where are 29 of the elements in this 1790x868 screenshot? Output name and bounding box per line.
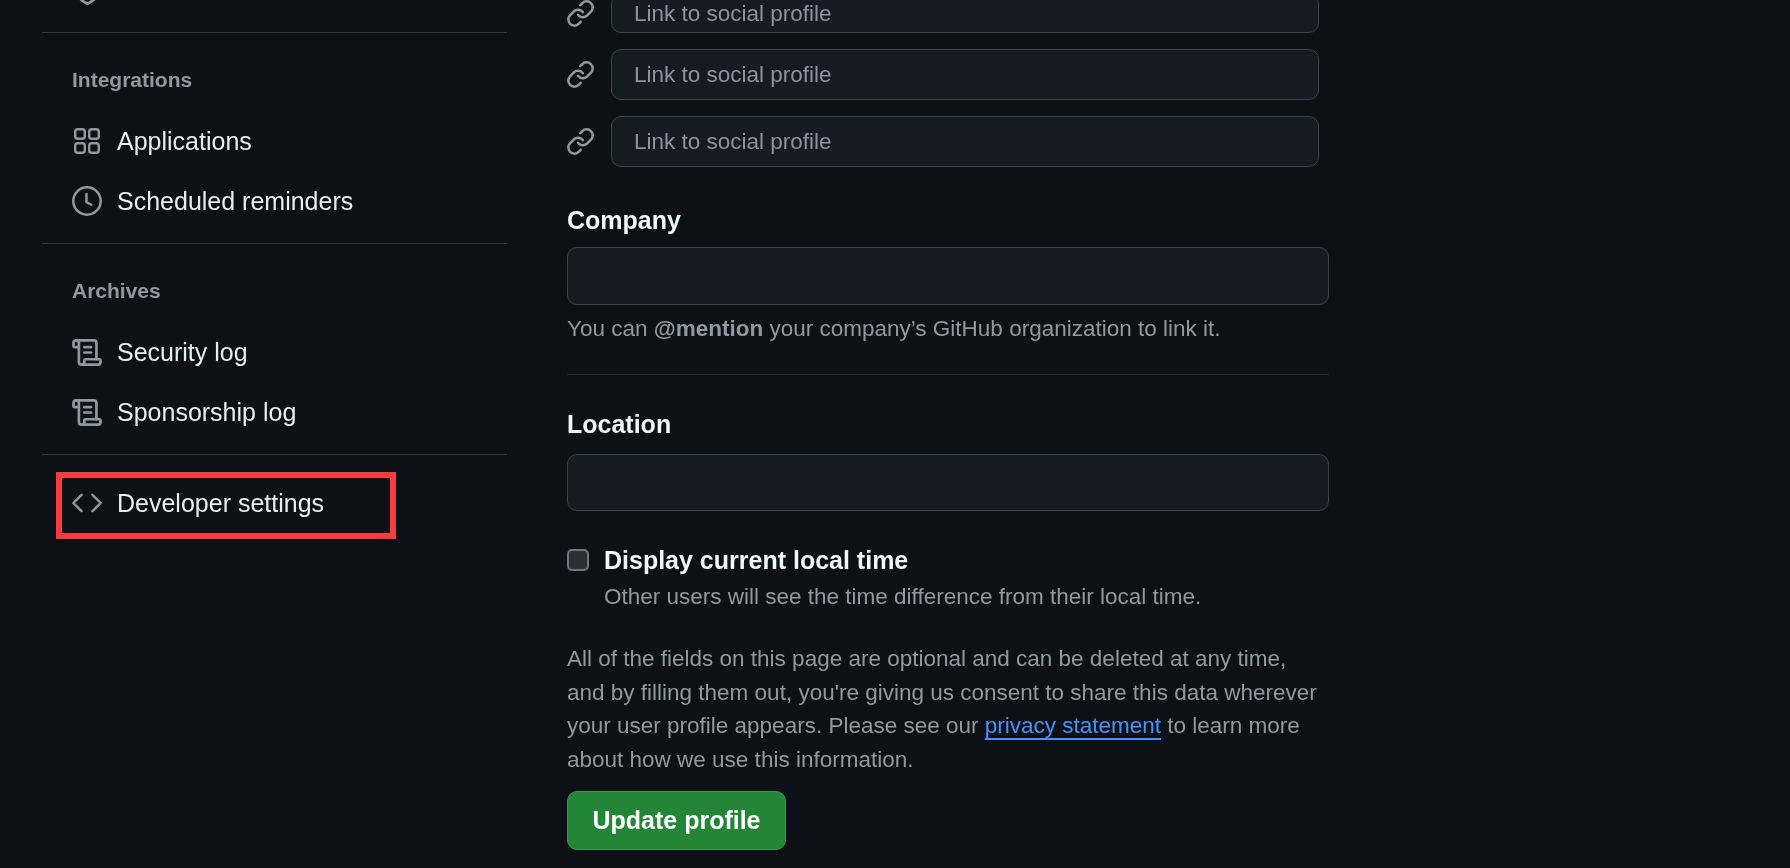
checkbox[interactable]: [567, 549, 589, 571]
sidebar-heading: Integrations: [71, 67, 194, 93]
sidebar-item[interactable]: Security log: [56, 326, 493, 378]
social-link-field[interactable]: Link to social profile: [611, 49, 1319, 100]
sidebar-item[interactable]: Applications: [56, 115, 493, 167]
privacy-notice: All of the fields on this page are optional and can be deleted at any time, and by filling them out, you're giving us consent to share this data wherever your user profile appears. Please see our privacy statement to learn more about how we use this information.: [567, 645, 1318, 774]
link-icon: [567, 0, 594, 27]
social-link-field[interactable]: Link to social profile: [611, 116, 1319, 167]
sidebar-item[interactable]: Sponsorship log: [56, 386, 493, 438]
scroll-icon: [72, 338, 102, 366]
privacy-statement-link[interactable]: privacy statement: [984, 713, 1162, 738]
grid-icon: [74, 128, 100, 154]
link-icon: [567, 128, 594, 155]
code-icon: [72, 493, 102, 513]
sidebar-item[interactable]: Developer settings: [56, 477, 493, 529]
sidebar-heading: Archives: [71, 278, 162, 304]
checkbox-label[interactable]: Display current local time: [604, 545, 909, 575]
update-profile-button[interactable]: Update profile: [567, 791, 786, 850]
sidebar-item[interactable]: Scheduled reminders: [56, 175, 493, 227]
scroll-icon: [72, 398, 102, 426]
location-field[interactable]: [567, 454, 1329, 511]
link-icon: [567, 61, 594, 88]
field-label: Company: [567, 205, 682, 235]
field-hint: You can @mention your company’s GitHub organization to link it.: [567, 315, 1222, 343]
checkbox-description: Other users will see the time difference from their local time.: [603, 583, 1203, 611]
social-link-field[interactable]: Link to social profile: [611, 0, 1319, 33]
clock-icon: [72, 186, 102, 216]
company-field[interactable]: [567, 247, 1329, 305]
field-label: Location: [567, 409, 673, 439]
